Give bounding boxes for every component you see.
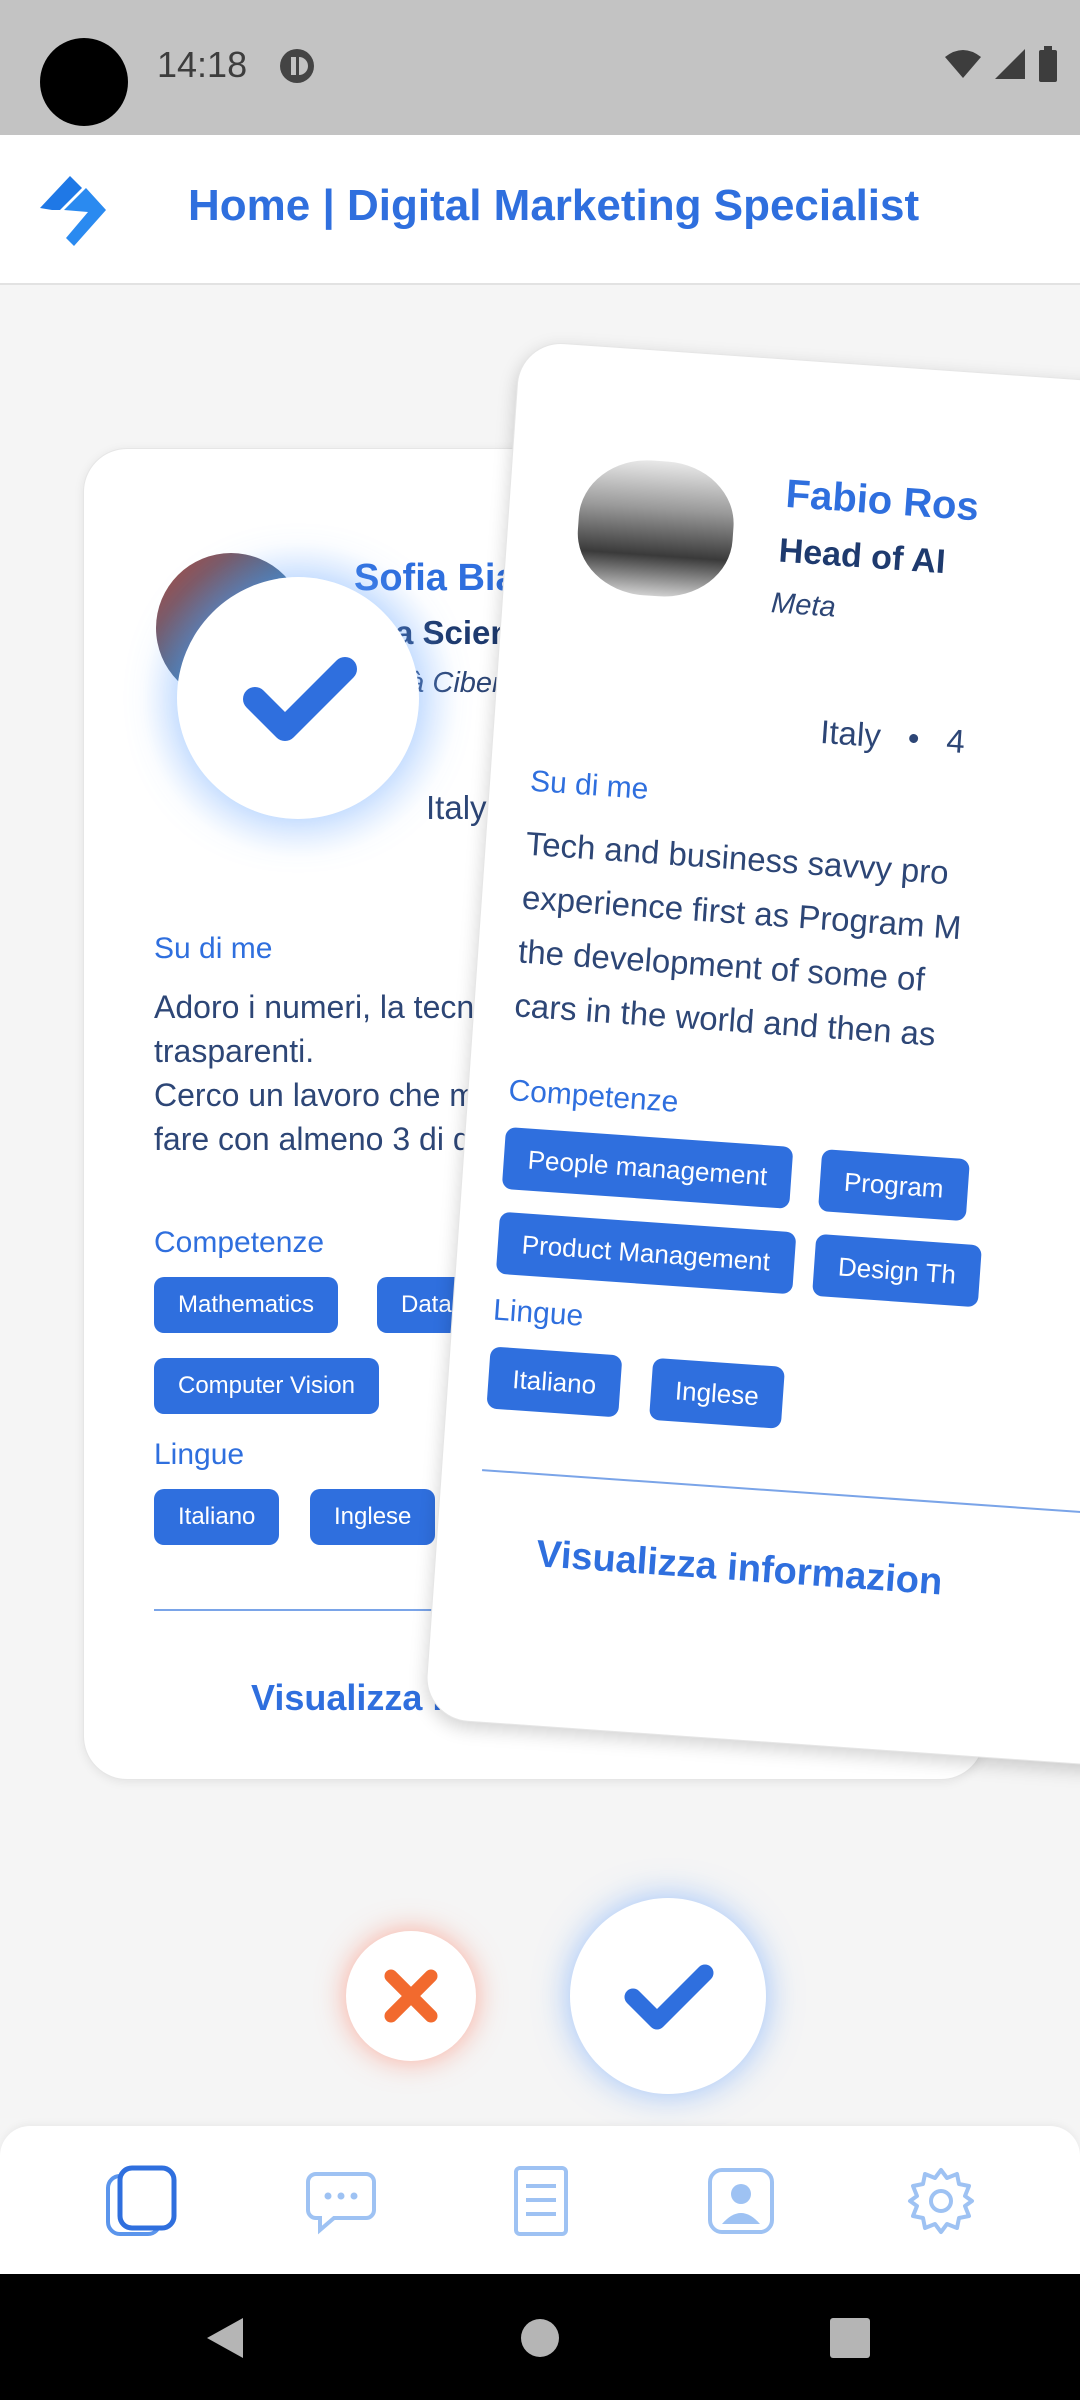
accept-button[interactable]	[570, 1898, 766, 2094]
signal-icon	[995, 49, 1025, 79]
candidate-avatar	[573, 455, 738, 602]
system-navigation-bar	[0, 2274, 1080, 2400]
languages-label: Lingue	[154, 1438, 245, 1471]
wifi-icon	[945, 50, 981, 78]
nav-settings-icon[interactable]	[904, 2164, 978, 2238]
skill-chip: Product Management	[495, 1211, 797, 1295]
match-indicator	[177, 577, 419, 819]
languages-label: Lingue	[492, 1293, 585, 1333]
nav-cards-icon[interactable]	[104, 2164, 178, 2238]
skill-chip: Program	[817, 1149, 970, 1222]
candidate-card[interactable]: Fabio Ros Head of AI Meta Italy • 4 Su d…	[423, 340, 1080, 1782]
meta-separator: •	[906, 719, 921, 757]
about-label: Su di me	[154, 932, 273, 965]
candidate-meta: Italy • 4	[819, 713, 966, 761]
candidate-country: Italy	[819, 712, 883, 755]
back-icon[interactable]	[203, 2314, 247, 2362]
language-chip: Inglese	[649, 1357, 785, 1429]
card-divider	[482, 1469, 1080, 1529]
skill-chip: People management	[501, 1126, 794, 1209]
language-chip: Inglese	[310, 1489, 436, 1545]
candidate-name: Fabio Ros	[784, 471, 981, 530]
skills-label: Competenze	[154, 1226, 325, 1259]
bottom-navigation	[0, 2126, 1080, 2274]
checkmark-icon	[624, 1964, 714, 2030]
home-icon[interactable]	[520, 2318, 560, 2358]
reject-button[interactable]	[346, 1931, 476, 2061]
checkmark-icon	[243, 657, 357, 741]
about-label: Su di me	[529, 764, 650, 807]
app-logo-icon	[40, 176, 106, 246]
nav-document-icon[interactable]	[504, 2164, 578, 2238]
language-chip: Italiano	[154, 1489, 280, 1545]
close-icon	[384, 1969, 438, 2023]
candidate-country: Italy	[426, 789, 487, 826]
status-bar: 14:18	[0, 0, 1080, 135]
camera-cutout	[40, 38, 128, 126]
nav-chat-icon[interactable]	[304, 2164, 378, 2238]
candidate-age: 4	[945, 721, 967, 760]
about-text: Tech and business savvy pro experience f…	[513, 824, 963, 1053]
nav-profile-icon[interactable]	[704, 2164, 778, 2238]
notification-icon	[280, 49, 314, 83]
battery-icon	[1039, 46, 1057, 82]
candidate-role: Head of AI	[777, 531, 947, 582]
recents-icon[interactable]	[830, 2318, 870, 2358]
status-time: 14:18	[157, 44, 248, 85]
skill-chip: Design Th	[812, 1233, 982, 1308]
view-more-link[interactable]: Visualizza informazion	[535, 1533, 944, 1604]
skills-label: Competenze	[507, 1074, 680, 1119]
skill-chip: Mathematics	[154, 1277, 339, 1333]
candidate-company: Meta	[770, 587, 837, 624]
app-header: Home | Digital Marketing Specialist	[0, 135, 1080, 285]
skill-chip: Computer Vision	[154, 1358, 379, 1414]
page-title: Home | Digital Marketing Specialist	[188, 181, 920, 230]
language-chip: Italiano	[486, 1346, 623, 1418]
